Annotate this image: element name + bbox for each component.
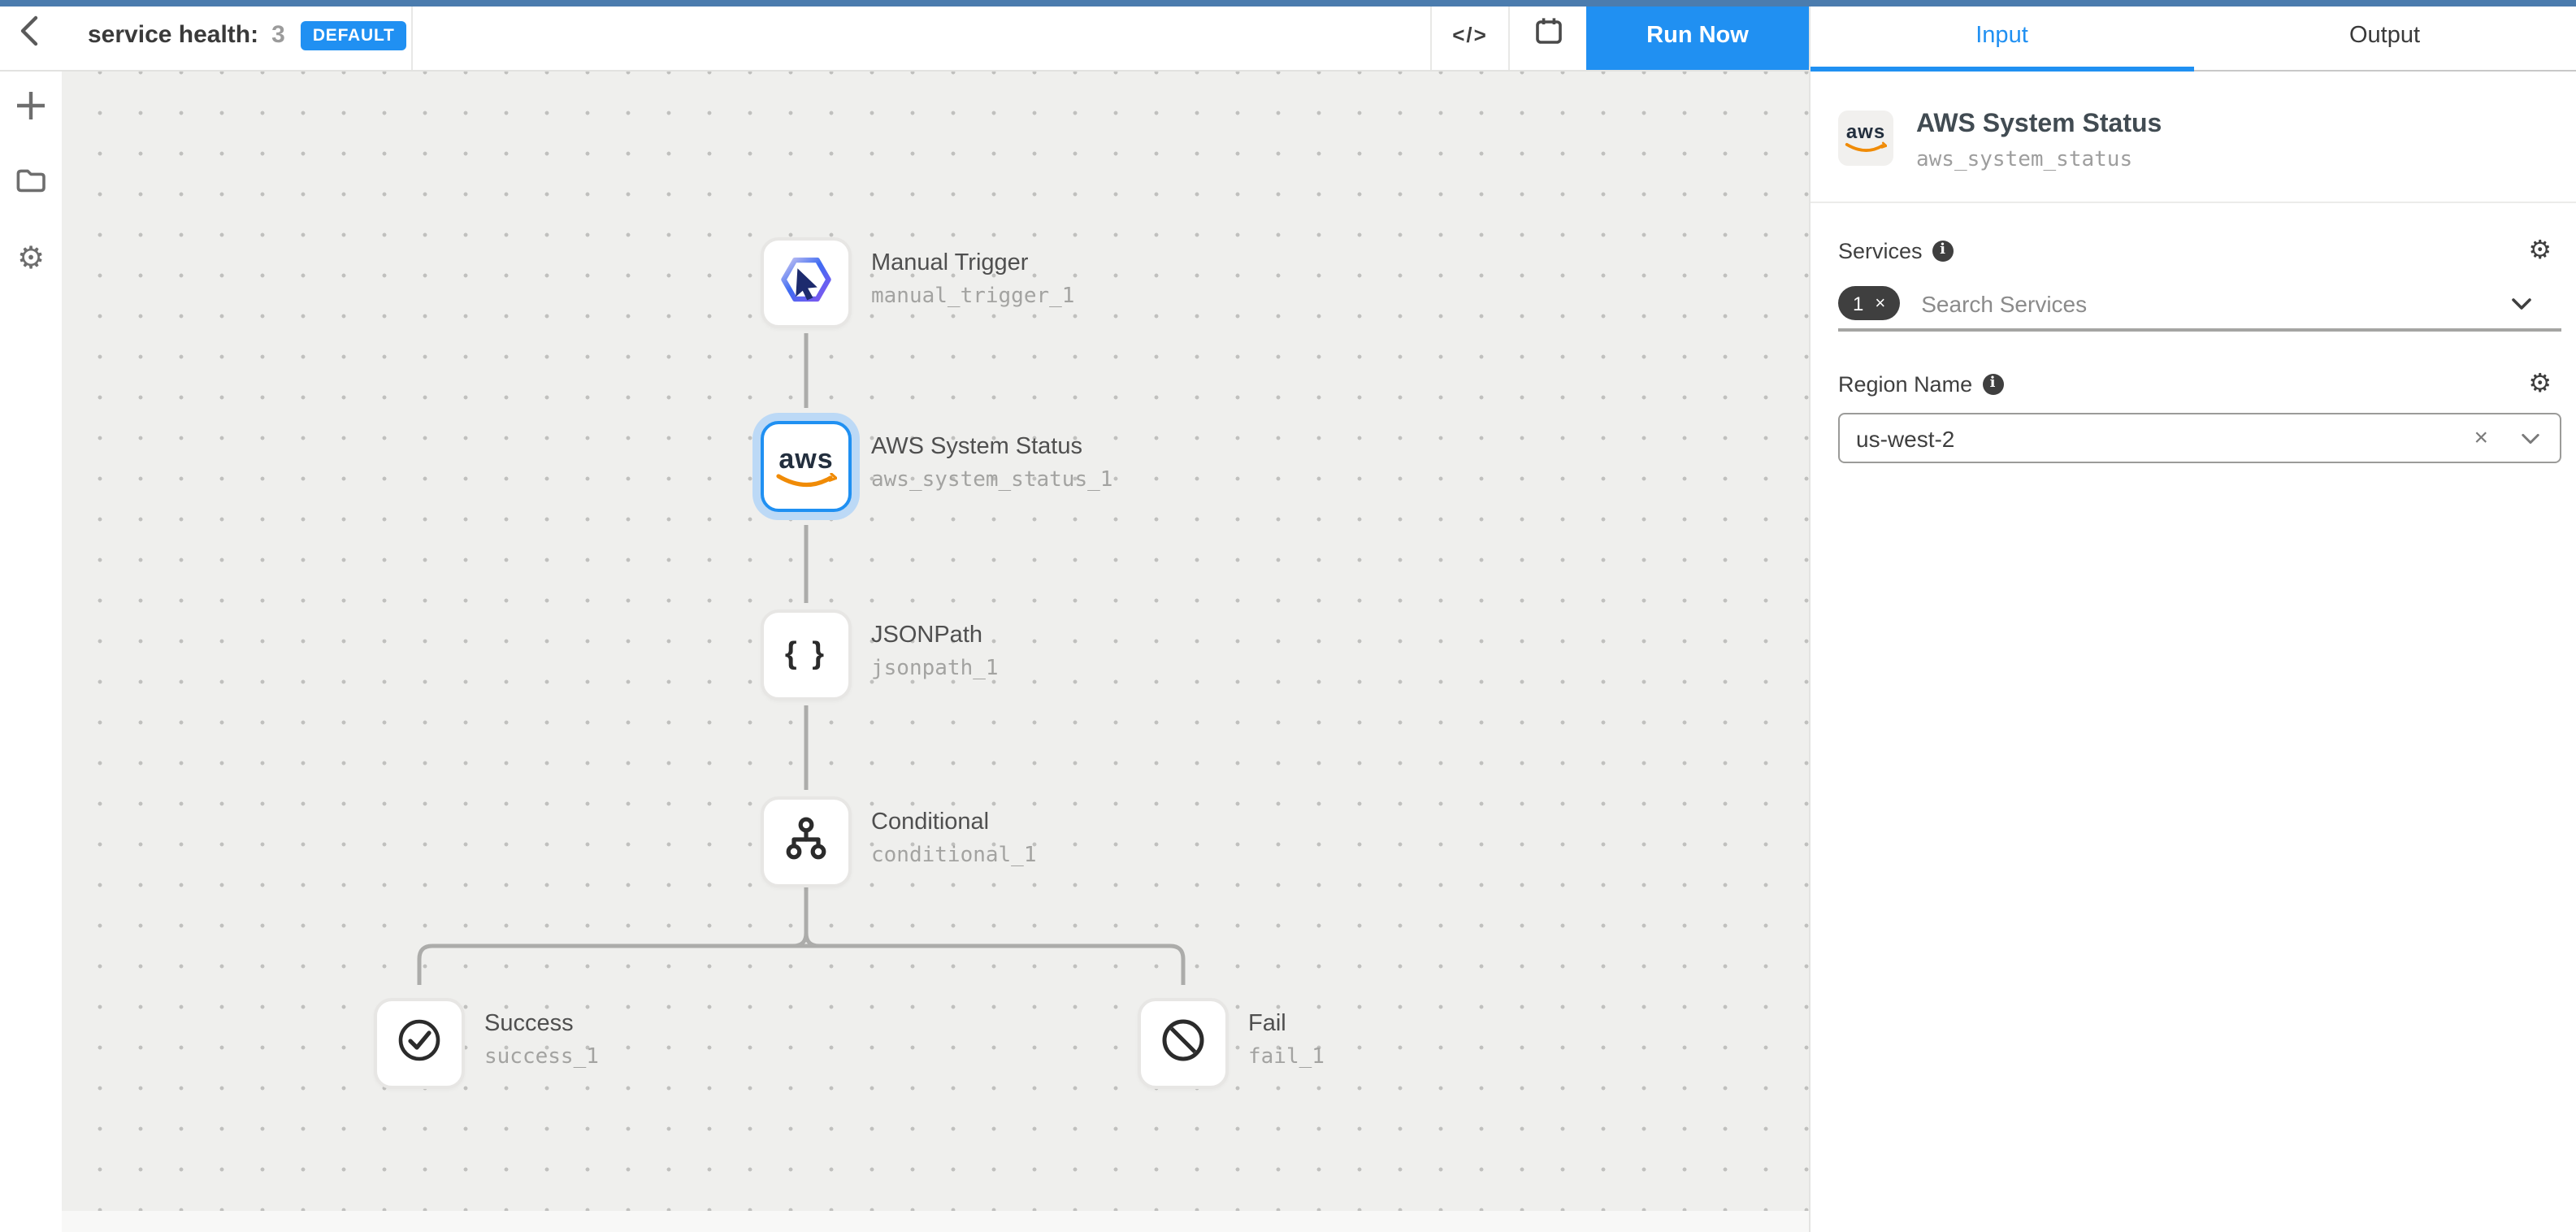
gear-icon: ⚙	[17, 243, 45, 274]
node-card-conditional[interactable]	[761, 796, 852, 887]
node-card-jsonpath[interactable]: { }	[761, 609, 852, 701]
top-accent-bar	[0, 0, 2576, 7]
node-label-jsonpath: JSONPath jsonpath_1	[871, 623, 999, 681]
tab-output[interactable]: Output	[2193, 0, 2576, 70]
panel-node-id: aws_system_status	[1916, 148, 2162, 172]
field-settings-gear-icon[interactable]: ⚙	[2528, 237, 2552, 263]
panel-node-header: aws AWS System Status aws_system_status	[1811, 72, 2576, 202]
node-title: AWS System Status	[871, 434, 1112, 462]
code-view-button[interactable]: </>	[1430, 0, 1508, 70]
node-manual-trigger: Manual Trigger manual_trigger_1	[761, 237, 852, 328]
node-fail: Fail fail_1	[1138, 998, 1229, 1089]
node-card-fail[interactable]	[1138, 998, 1229, 1089]
code-icon: </>	[1452, 23, 1488, 47]
node-title: Conditional	[871, 809, 1037, 837]
chevron-down-icon[interactable]	[2521, 432, 2540, 445]
branch-icon	[778, 810, 834, 874]
chevron-down-icon[interactable]	[2511, 297, 2532, 310]
prohibited-icon	[1157, 1013, 1209, 1074]
services-label: Services	[1838, 238, 1923, 262]
node-id: fail_1	[1248, 1047, 1325, 1069]
curly-braces-icon: { }	[785, 637, 827, 673]
back-chevron-icon	[15, 11, 47, 59]
aws-logo-text: aws	[1846, 122, 1885, 141]
tab-input[interactable]: Input	[1811, 0, 2193, 70]
node-card-aws-system-status[interactable]: aws	[761, 421, 852, 512]
node-label-manual-trigger: Manual Trigger manual_trigger_1	[871, 250, 1074, 309]
node-id: success_1	[484, 1047, 599, 1069]
services-multiselect[interactable]: 1 × Search Services	[1838, 278, 2561, 332]
node-label-aws-system-status: AWS System Status aws_system_status_1	[871, 434, 1112, 492]
node-card-success[interactable]	[374, 998, 465, 1089]
schedule-button[interactable]	[1508, 0, 1586, 70]
node-label-conditional: Conditional conditional_1	[871, 809, 1037, 868]
run-now-button[interactable]: Run Now	[1586, 0, 1809, 70]
node-jsonpath: { } JSONPath jsonpath_1	[761, 609, 852, 701]
info-icon[interactable]: i	[1932, 240, 1954, 261]
info-icon[interactable]: i	[1982, 373, 2003, 394]
add-node-button[interactable]	[13, 91, 49, 127]
node-label-fail: Fail fail_1	[1248, 1011, 1325, 1069]
node-id: manual_trigger_1	[871, 286, 1074, 309]
chip-count: 1	[1853, 292, 1863, 315]
region-field-section: Region Name i ⚙ ×	[1811, 332, 2576, 463]
check-circle-icon	[393, 1013, 445, 1074]
plus-icon	[15, 89, 47, 129]
inspector-panel: Input Output aws AWS System Status aws_s…	[1809, 0, 2576, 1232]
node-id: conditional_1	[871, 845, 1037, 868]
back-button[interactable]	[0, 0, 62, 70]
region-input[interactable]	[1856, 425, 2474, 451]
workflow-canvas[interactable]: Manual Trigger manual_trigger_1 aws AWS …	[62, 72, 1809, 1232]
aws-logo-icon: aws	[1838, 111, 1893, 166]
files-button[interactable]	[13, 166, 49, 202]
node-success: Success success_1	[374, 998, 465, 1089]
node-id: jsonpath_1	[871, 658, 999, 681]
header: service health: 3 DEFAULT </> Run Now	[0, 0, 1809, 72]
header-spacer	[413, 0, 1430, 70]
node-aws-system-status: aws AWS System Status aws_system_status_…	[761, 421, 852, 512]
workflow-title: service health:	[88, 21, 258, 49]
node-title: Success	[484, 1011, 599, 1039]
panel-tabs: Input Output	[1811, 0, 2576, 72]
panel-node-title: AWS System Status	[1916, 111, 2162, 140]
aws-logo-text: aws	[778, 445, 833, 472]
default-badge: DEFAULT	[301, 20, 406, 50]
left-toolbar: ⚙	[0, 72, 62, 1232]
node-title: Fail	[1248, 1011, 1325, 1039]
services-field-section: Services i ⚙ 1 × Search Services	[1811, 203, 2576, 332]
aws-logo-icon: aws	[775, 445, 837, 488]
selected-count-chip[interactable]: 1 ×	[1838, 286, 1900, 320]
region-label: Region Name	[1838, 371, 1972, 396]
calendar-icon	[1532, 15, 1564, 55]
services-placeholder: Search Services	[1921, 290, 2087, 316]
node-title: Manual Trigger	[871, 250, 1074, 278]
chip-remove-icon[interactable]: ×	[1875, 293, 1885, 313]
field-settings-gear-icon[interactable]: ⚙	[2528, 371, 2552, 397]
node-title: JSONPath	[871, 623, 999, 650]
clear-icon[interactable]: ×	[2474, 426, 2488, 450]
workflow-run-count: 3	[271, 21, 285, 49]
canvas-horizontal-scrollbar[interactable]	[62, 1211, 1809, 1232]
settings-button[interactable]: ⚙	[13, 241, 49, 276]
app-root: service health: 3 DEFAULT </> Run Now	[0, 0, 2576, 1232]
node-id: aws_system_status_1	[871, 470, 1112, 492]
workflow-title-area: service health: 3 DEFAULT	[62, 0, 413, 70]
node-label-success: Success success_1	[484, 1011, 599, 1069]
manual-trigger-icon	[777, 249, 835, 316]
folder-icon	[15, 163, 47, 204]
region-select[interactable]: ×	[1838, 413, 2561, 463]
node-conditional: Conditional conditional_1	[761, 796, 852, 887]
node-card-manual-trigger[interactable]	[761, 237, 852, 328]
